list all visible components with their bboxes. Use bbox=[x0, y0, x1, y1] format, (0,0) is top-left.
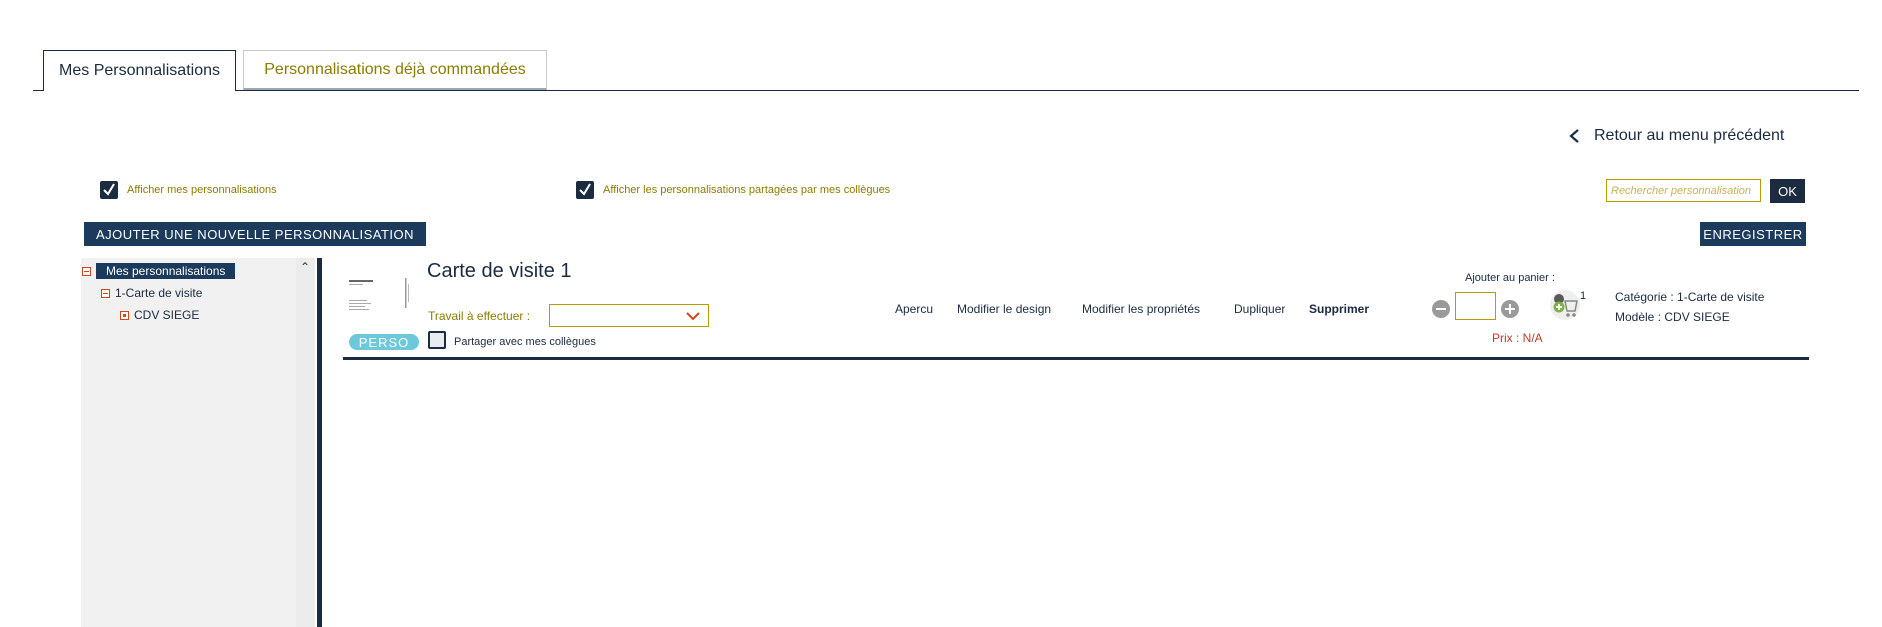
add-to-cart-label: Ajouter au panier : bbox=[1465, 272, 1555, 284]
back-link-label: Retour au menu précédent bbox=[1594, 127, 1785, 144]
back-link[interactable]: Retour au menu précédent bbox=[1568, 127, 1784, 145]
show-shared-checkbox[interactable]: Afficher les personnalisations partagées… bbox=[576, 181, 890, 199]
action-modifier-design[interactable]: Modifier le design bbox=[957, 302, 1051, 316]
save-button[interactable]: ENREGISTRER bbox=[1700, 222, 1806, 246]
collapse-icon[interactable] bbox=[101, 288, 110, 298]
business-card-thumbnail[interactable] bbox=[345, 270, 415, 318]
tree-node-carte-label: 1-Carte de visite bbox=[115, 286, 203, 300]
tree-node-root[interactable]: Mes personnalisations bbox=[82, 263, 236, 279]
model-label: Modèle : CDV SIEGE bbox=[1615, 310, 1730, 324]
tree-node-cdv-siege-label: CDV SIEGE bbox=[134, 308, 200, 322]
plus-icon[interactable] bbox=[1501, 300, 1519, 318]
action-modifier-proprietes[interactable]: Modifier les propriétés bbox=[1082, 302, 1200, 316]
action-supprimer[interactable]: Supprimer bbox=[1309, 302, 1369, 316]
minus-icon[interactable] bbox=[1432, 300, 1450, 318]
checkbox-checked-icon bbox=[576, 181, 594, 199]
item-title: Carte de visite 1 bbox=[427, 260, 572, 282]
share-checkbox[interactable] bbox=[428, 331, 446, 349]
collapse-icon[interactable] bbox=[82, 266, 91, 276]
tab-divider-line bbox=[33, 90, 1859, 91]
travail-label: Travail à effectuer : bbox=[428, 309, 531, 323]
category-label: Catégorie : 1-Carte de visite bbox=[1615, 290, 1765, 304]
leaf-icon bbox=[120, 310, 129, 320]
checkbox-checked-icon bbox=[100, 181, 118, 199]
show-mine-checkbox[interactable]: Afficher mes personnalisations bbox=[100, 181, 277, 199]
show-mine-label: Afficher mes personnalisations bbox=[127, 184, 277, 196]
tree-node-carte[interactable]: 1-Carte de visite bbox=[101, 286, 202, 300]
item-separator bbox=[343, 357, 1809, 360]
action-apercu[interactable]: Apercu bbox=[895, 302, 933, 316]
action-dupliquer[interactable]: Dupliquer bbox=[1234, 302, 1285, 316]
quantity-input[interactable] bbox=[1455, 292, 1496, 320]
share-label: Partager avec mes collègues bbox=[454, 336, 596, 348]
cart-count: 1 bbox=[1580, 290, 1587, 302]
add-personnalisation-button[interactable]: AJOUTER UNE NOUVELLE PERSONNALISATION bbox=[84, 222, 426, 246]
tree-node-root-label: Mes personnalisations bbox=[96, 263, 236, 279]
price-label: Prix : N/A bbox=[1492, 331, 1543, 345]
tab-personnalisations-commandees[interactable]: Personnalisations déjà commandées bbox=[243, 50, 547, 91]
tree-scrollbar[interactable] bbox=[296, 258, 315, 627]
tab-mes-personnalisations[interactable]: Mes Personnalisations bbox=[43, 50, 236, 91]
travail-select[interactable] bbox=[549, 304, 709, 327]
search-ok-button[interactable]: OK bbox=[1770, 179, 1805, 203]
chevron-left-icon bbox=[1569, 129, 1579, 143]
tree-node-cdv-siege[interactable]: CDV SIEGE bbox=[120, 308, 199, 322]
scroll-up-icon[interactable]: ⌃ bbox=[297, 260, 313, 274]
cart-add-icon[interactable] bbox=[1547, 289, 1583, 321]
search-input[interactable] bbox=[1606, 179, 1761, 202]
show-shared-label: Afficher les personnalisations partagées… bbox=[603, 184, 891, 196]
chevron-down-icon bbox=[686, 312, 700, 321]
perso-badge: PERSO bbox=[349, 334, 419, 350]
panel-divider bbox=[317, 258, 322, 627]
